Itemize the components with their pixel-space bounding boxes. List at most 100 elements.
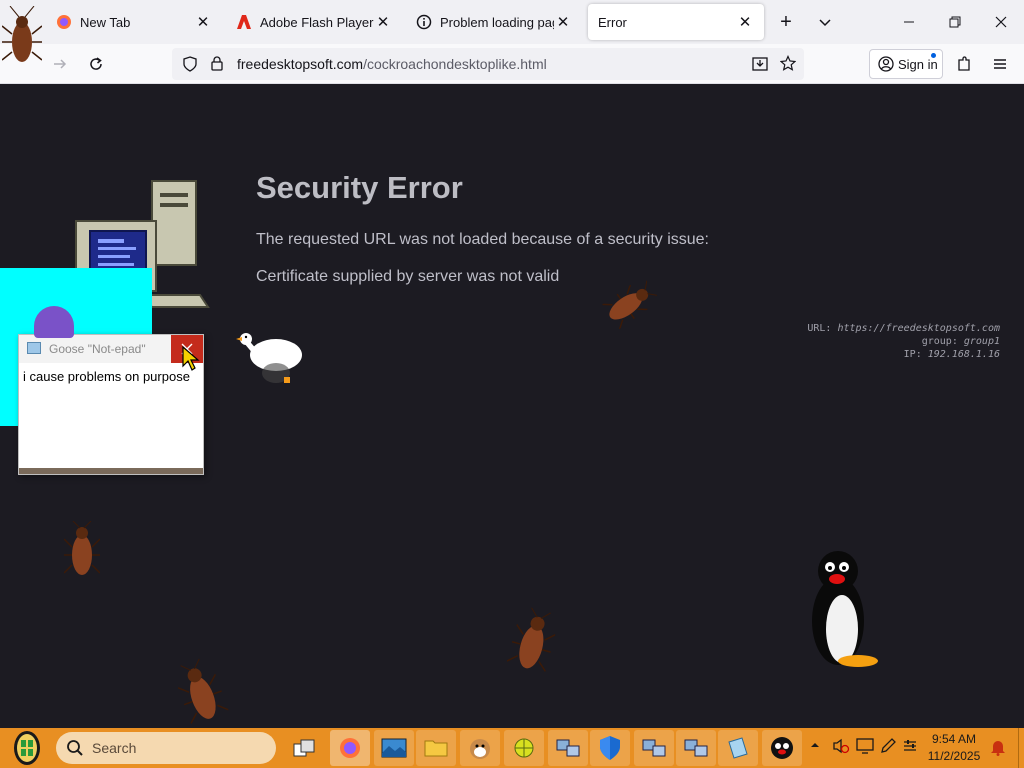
close-icon <box>995 16 1007 28</box>
taskbar-firefox[interactable] <box>330 730 370 766</box>
start-icon <box>14 731 40 765</box>
pen-icon <box>881 738 896 753</box>
meta-group-value: group1 <box>963 336 1000 347</box>
download-icon[interactable] <box>752 56 768 77</box>
close-icon[interactable]: ✕ <box>194 13 212 31</box>
chevron-up-icon <box>811 743 819 747</box>
tab-error[interactable]: Error ✕ <box>588 4 764 40</box>
network-icon <box>642 739 666 757</box>
firefox-icon <box>340 738 360 758</box>
extensions-button[interactable] <box>948 48 980 80</box>
search-icon <box>66 739 84 760</box>
tray-overflow-button[interactable] <box>810 738 820 753</box>
firefox-icon <box>56 14 72 30</box>
taskbar-file-explorer[interactable] <box>416 730 456 766</box>
restore-icon <box>949 16 961 28</box>
tray-notifications[interactable] <box>990 738 1006 759</box>
puzzle-icon <box>958 56 970 71</box>
arrow-right-icon <box>54 59 67 69</box>
meta-ip-row: IP: 192.168.1.16 <box>807 348 1000 361</box>
tray-pen[interactable] <box>880 738 896 757</box>
error-title: Security Error <box>256 170 463 205</box>
mouse-cursor-icon <box>182 345 202 377</box>
taskbar-dog-app[interactable] <box>460 730 500 766</box>
taskbar-search-box[interactable]: Search <box>56 732 276 764</box>
bell-icon <box>991 741 1005 756</box>
error-description: The requested URL was not loaded because… <box>256 231 709 248</box>
show-desktop-button[interactable] <box>1018 728 1024 768</box>
restore-button[interactable] <box>932 0 978 44</box>
tray-settings[interactable] <box>902 738 918 757</box>
close-icon[interactable]: ✕ <box>374 13 392 31</box>
taskbar-bug-app[interactable] <box>504 730 544 766</box>
close-window-button[interactable] <box>978 0 1024 44</box>
task-view-icon <box>293 739 315 757</box>
tray-display[interactable] <box>856 738 874 757</box>
dog-icon <box>470 739 490 759</box>
shield-icon[interactable] <box>182 56 198 77</box>
muted-speaker-icon <box>833 738 850 754</box>
reload-icon <box>90 57 102 70</box>
url-bar[interactable]: freedesktopsoft.com/cockroachondesktopli… <box>172 48 804 80</box>
taskbar-penguin-app[interactable] <box>762 730 802 766</box>
taskbar-network-app[interactable] <box>548 730 588 766</box>
sliders-icon <box>904 740 916 751</box>
minimize-button[interactable] <box>886 0 932 44</box>
notepad-app-icon <box>27 342 41 354</box>
taskbar-task-view[interactable] <box>284 730 324 766</box>
taskbar-network-app-3[interactable] <box>676 730 716 766</box>
network-icon <box>684 739 708 757</box>
penguin-sprite[interactable] <box>810 549 882 678</box>
cockroach-sprite[interactable] <box>593 276 660 336</box>
cockroach-sprite[interactable] <box>503 605 560 684</box>
sign-in-button[interactable]: Sign in <box>869 49 943 79</box>
tab-problem-loading[interactable]: Problem loading page ✕ <box>406 4 582 40</box>
new-tab-button[interactable]: + <box>770 0 802 44</box>
navigation-bar: freedesktopsoft.com/cockroachondesktopli… <box>0 44 1024 84</box>
tab-list-button[interactable] <box>808 0 842 44</box>
tab-adobe-flash[interactable]: Adobe Flash Player End ✕ <box>226 4 402 40</box>
tab-title: Problem loading page <box>440 14 554 30</box>
chevron-down-icon <box>819 19 831 27</box>
url-path: /cockroachondesktoplike.html <box>363 56 547 72</box>
tab-new-tab[interactable]: New Tab ✕ <box>46 4 222 40</box>
notepad-icon <box>728 737 748 759</box>
goose-notepad-window[interactable]: Goose "Not-epad" i cause problems on pur… <box>18 334 204 475</box>
meta-ip-label: IP: <box>903 349 922 360</box>
url-host: freedesktopsoft.com <box>237 56 364 72</box>
clock-time: 9:54 AM <box>931 732 977 746</box>
notepad-text-area[interactable]: i cause problems on purpose <box>23 369 190 384</box>
taskbar-photos[interactable] <box>374 730 414 766</box>
close-icon[interactable]: ✕ <box>554 13 572 31</box>
info-icon <box>416 14 432 30</box>
meta-ip-value: 192.168.1.16 <box>927 349 1000 360</box>
penguin-icon <box>771 737 793 759</box>
notepad-title: Goose "Not-epad" <box>49 342 146 356</box>
purple-blob-sprite[interactable] <box>34 306 74 338</box>
goose-sprite[interactable] <box>236 327 306 394</box>
adobe-icon <box>236 14 252 30</box>
hamburger-icon <box>994 59 1006 69</box>
sign-in-label: Sign in <box>898 56 938 72</box>
cockroach-sprite[interactable] <box>171 655 233 735</box>
close-icon[interactable]: ✕ <box>736 13 754 31</box>
cockroach-sprite[interactable] <box>63 520 101 586</box>
taskbar-notepad[interactable] <box>718 730 758 766</box>
meta-url-value: https://freedesktopsoft.com <box>837 323 1000 334</box>
url-text: freedesktopsoft.com/cockroachondesktopli… <box>237 56 547 72</box>
lock-icon[interactable] <box>210 55 224 76</box>
menu-button[interactable] <box>984 48 1016 80</box>
meta-group-label: group: <box>921 336 958 347</box>
bug-icon <box>514 738 534 758</box>
star-icon[interactable] <box>779 55 797 76</box>
reload-button[interactable] <box>80 48 112 80</box>
taskbar-clock[interactable]: 9:54 AM 11/2/2025 <box>920 731 988 765</box>
taskbar-network-app-2[interactable] <box>634 730 674 766</box>
start-button[interactable] <box>10 728 44 768</box>
taskbar-defender[interactable] <box>590 730 630 766</box>
forward-button[interactable] <box>44 48 76 80</box>
tray-mute[interactable] <box>832 738 850 757</box>
tab-title: Error <box>598 14 627 30</box>
notepad-bottom-bar <box>19 468 203 474</box>
tab-title: Adobe Flash Player End <box>260 14 374 30</box>
